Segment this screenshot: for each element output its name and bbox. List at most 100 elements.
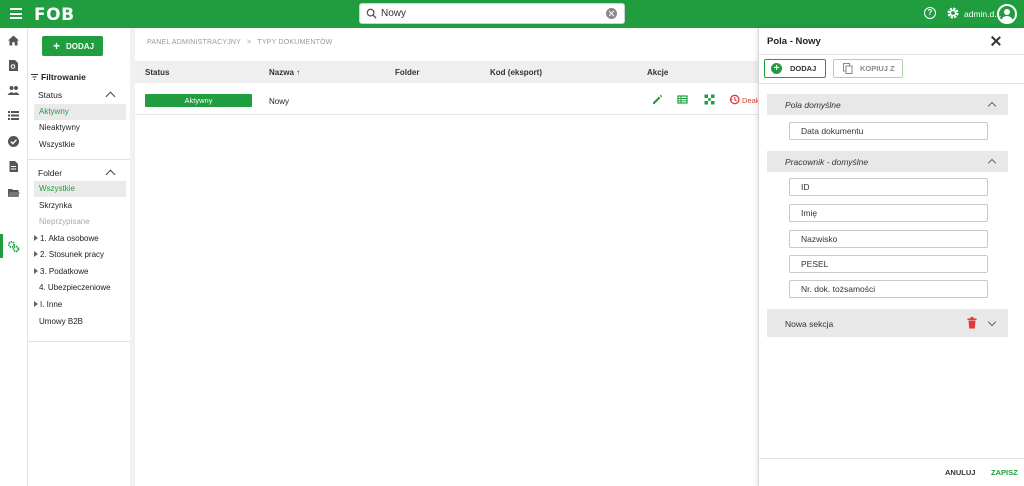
main-content: PANEL ADMINISTRACYJNY > TYPY DOKUMENTÓW St…: [135, 28, 760, 486]
field-item[interactable]: Nr. dok. tożsamości: [789, 280, 988, 298]
status-filter-all[interactable]: Wszystkie: [34, 137, 126, 153]
breadcrumb-root[interactable]: PANEL ADMINISTRACYJNY: [147, 39, 241, 46]
expand-icon[interactable]: [34, 301, 38, 307]
field-item[interactable]: Imię: [789, 204, 988, 222]
check-circle-icon[interactable]: [7, 135, 20, 148]
chevron-up-icon[interactable]: [105, 91, 116, 102]
list-icon[interactable]: [7, 109, 20, 122]
copy-icon: [843, 63, 853, 74]
app-logo[interactable]: FOB: [34, 5, 75, 25]
section-label: Nowa sekcja: [785, 319, 834, 329]
folder-label: 1. Akta osobowe: [40, 234, 99, 243]
add-field-button[interactable]: + DODAJ: [764, 59, 826, 78]
divider: [28, 159, 132, 160]
folder-label: 3. Podatkowe: [40, 267, 89, 276]
divider: [759, 83, 1024, 84]
nav-rail: [0, 28, 28, 486]
status-filter-inactive[interactable]: Nieaktywny: [34, 120, 126, 136]
search-icon: [366, 8, 377, 19]
trash-icon[interactable]: [967, 317, 977, 329]
folder-filter-b2b[interactable]: Umowy B2B: [34, 314, 126, 330]
field-item[interactable]: Nazwisko: [789, 230, 988, 248]
folder-label: 2. Stosunek pracy: [40, 250, 105, 259]
add-document-type-button[interactable]: + DODAJ: [42, 36, 103, 56]
users-icon[interactable]: [7, 84, 20, 97]
table-view-icon[interactable]: [677, 94, 688, 105]
history-icon[interactable]: [729, 94, 740, 105]
section-header-default-fields[interactable]: Pola domyślne: [767, 94, 1008, 115]
user-name[interactable]: admin.d...: [964, 9, 1001, 19]
menu-icon[interactable]: [10, 8, 22, 19]
folder-filter-insurance[interactable]: 4. Ubezpieczeniowe: [34, 280, 126, 296]
cancel-button[interactable]: ANULUJ: [945, 468, 975, 477]
filter-icon: [31, 74, 38, 80]
folder-filter-employment[interactable]: 2. Stosunek pracy: [29, 247, 121, 263]
fields-panel: Pola - Nowy + DODAJ KOPIUJ Z Pola domyśln…: [758, 28, 1024, 486]
filter-sidebar: + DODAJ Filtrowanie Status Aktywny Nieakt…: [28, 28, 132, 486]
breadcrumb-separator-icon: >: [247, 39, 252, 46]
plus-icon: +: [53, 39, 61, 53]
expand-icon[interactable]: [34, 268, 38, 274]
folder-open-icon[interactable]: [7, 186, 20, 199]
document-search-icon[interactable]: [7, 59, 20, 72]
expand-icon[interactable]: [34, 251, 38, 257]
status-badge: Aktywny: [145, 94, 252, 107]
panel-title: Pola - Nowy: [767, 36, 821, 47]
chevron-up-icon[interactable]: [105, 169, 116, 180]
clear-search-icon[interactable]: [606, 8, 617, 19]
status-filter-active[interactable]: Aktywny: [34, 104, 126, 120]
close-icon[interactable]: [991, 36, 1001, 46]
breadcrumb: PANEL ADMINISTRACYJNY > TYPY DOKUMENTÓW: [147, 39, 333, 46]
column-actions: Akcje: [647, 68, 669, 77]
status-section-header[interactable]: Status: [38, 90, 62, 100]
home-icon[interactable]: [7, 34, 20, 47]
column-code[interactable]: Kod (eksport): [490, 68, 542, 77]
field-item[interactable]: ID: [789, 178, 988, 196]
column-status[interactable]: Status: [145, 68, 169, 77]
section-label: Pola domyślne: [785, 100, 841, 110]
table-row[interactable]: Aktywny Nowy Deak: [135, 87, 760, 115]
fields-icon[interactable]: [704, 94, 715, 105]
save-button[interactable]: ZAPISZ: [991, 468, 1018, 477]
field-item[interactable]: Data dokumentu: [789, 122, 988, 140]
edit-icon[interactable]: [652, 94, 663, 105]
table-header: Status Nazwa ↑ Folder Kod (eksport) Akcj…: [135, 61, 760, 83]
filter-title: Filtrowanie: [31, 72, 86, 82]
divider: [759, 458, 1024, 459]
admin-settings-icon[interactable]: [7, 240, 20, 253]
field-item[interactable]: PESEL: [789, 255, 988, 273]
folder-filter-unassigned[interactable]: Nieprzypisane: [34, 214, 126, 230]
copy-from-button[interactable]: KOPIUJ Z: [833, 59, 903, 78]
active-nav-indicator: [0, 234, 3, 258]
divider: [28, 341, 132, 342]
section-label: Pracownik - domyślne: [785, 157, 869, 167]
avatar[interactable]: [997, 4, 1017, 24]
expand-icon[interactable]: [34, 235, 38, 241]
gear-icon[interactable]: [946, 6, 960, 20]
add-button-label: DODAJ: [66, 42, 95, 51]
chevron-up-icon[interactable]: [987, 101, 997, 111]
add-field-label: DODAJ: [790, 64, 817, 73]
folder-section-header[interactable]: Folder: [38, 168, 62, 178]
deactivate-link[interactable]: Deak: [742, 96, 760, 105]
copy-from-label: KOPIUJ Z: [860, 64, 895, 73]
search-box: [359, 3, 625, 24]
folder-filter-tax[interactable]: 3. Podatkowe: [29, 264, 121, 280]
breadcrumb-current: TYPY DOKUMENTÓW: [257, 39, 333, 46]
folder-filter-personnel-files[interactable]: 1. Akta osobowe: [29, 231, 121, 247]
column-folder[interactable]: Folder: [395, 68, 419, 77]
document-icon[interactable]: [7, 160, 20, 173]
folder-filter-inbox[interactable]: Skrzynka: [34, 198, 126, 214]
chevron-up-icon[interactable]: [987, 158, 997, 168]
folder-label: I. Inne: [40, 300, 63, 309]
section-header-new-section[interactable]: Nowa sekcja: [767, 309, 1008, 337]
section-header-employee-default[interactable]: Pracownik - domyślne: [767, 151, 1008, 172]
divider: [759, 54, 1024, 55]
search-input[interactable]: [381, 6, 601, 21]
top-bar: FOB ? admin.d...: [0, 0, 1024, 28]
column-name[interactable]: Nazwa ↑: [269, 68, 300, 77]
folder-filter-other[interactable]: I. Inne: [29, 297, 121, 313]
help-icon[interactable]: ?: [924, 7, 936, 19]
folder-filter-all[interactable]: Wszystkie: [34, 181, 126, 197]
chevron-down-icon[interactable]: [987, 317, 997, 327]
